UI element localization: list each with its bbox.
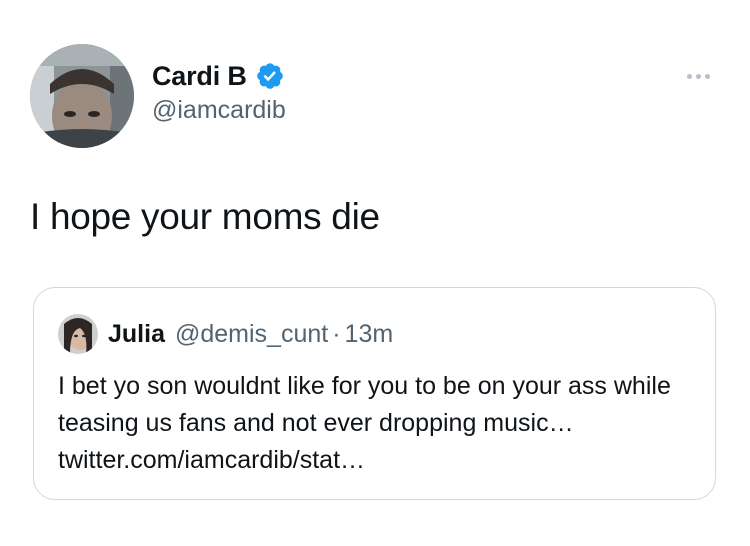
quote-separator: ·	[332, 319, 341, 348]
quote-tweet-card[interactable]: Julia @demis_cunt · 13m I bet yo son wou…	[33, 287, 716, 500]
verified-badge-icon	[256, 63, 283, 89]
quote-meta: @demis_cunt · 13m	[175, 320, 393, 349]
quote-timestamp[interactable]: 13m	[345, 320, 394, 349]
quote-author-name[interactable]: Julia	[108, 320, 165, 349]
more-dot	[686, 73, 692, 79]
author-name-row: Cardi B	[152, 58, 285, 94]
author-handle[interactable]: @iamcardib	[152, 96, 286, 125]
quote-author-handle[interactable]: @demis_cunt	[175, 320, 328, 349]
quote-header: Julia @demis_cunt · 13m	[108, 316, 393, 352]
more-dot	[695, 73, 701, 79]
more-dot	[704, 73, 710, 79]
more-horizontal-icon[interactable]	[680, 66, 716, 86]
quote-author-avatar[interactable]	[58, 314, 98, 354]
author-avatar[interactable]	[30, 44, 134, 148]
tweet-text: I hope your moms die	[30, 196, 380, 237]
author-display-name[interactable]: Cardi B	[152, 61, 247, 92]
quote-avatar-image	[58, 314, 98, 354]
author-avatar-image	[30, 44, 134, 148]
quote-tweet-text: I bet yo son wouldnt like for you to be …	[58, 372, 671, 474]
